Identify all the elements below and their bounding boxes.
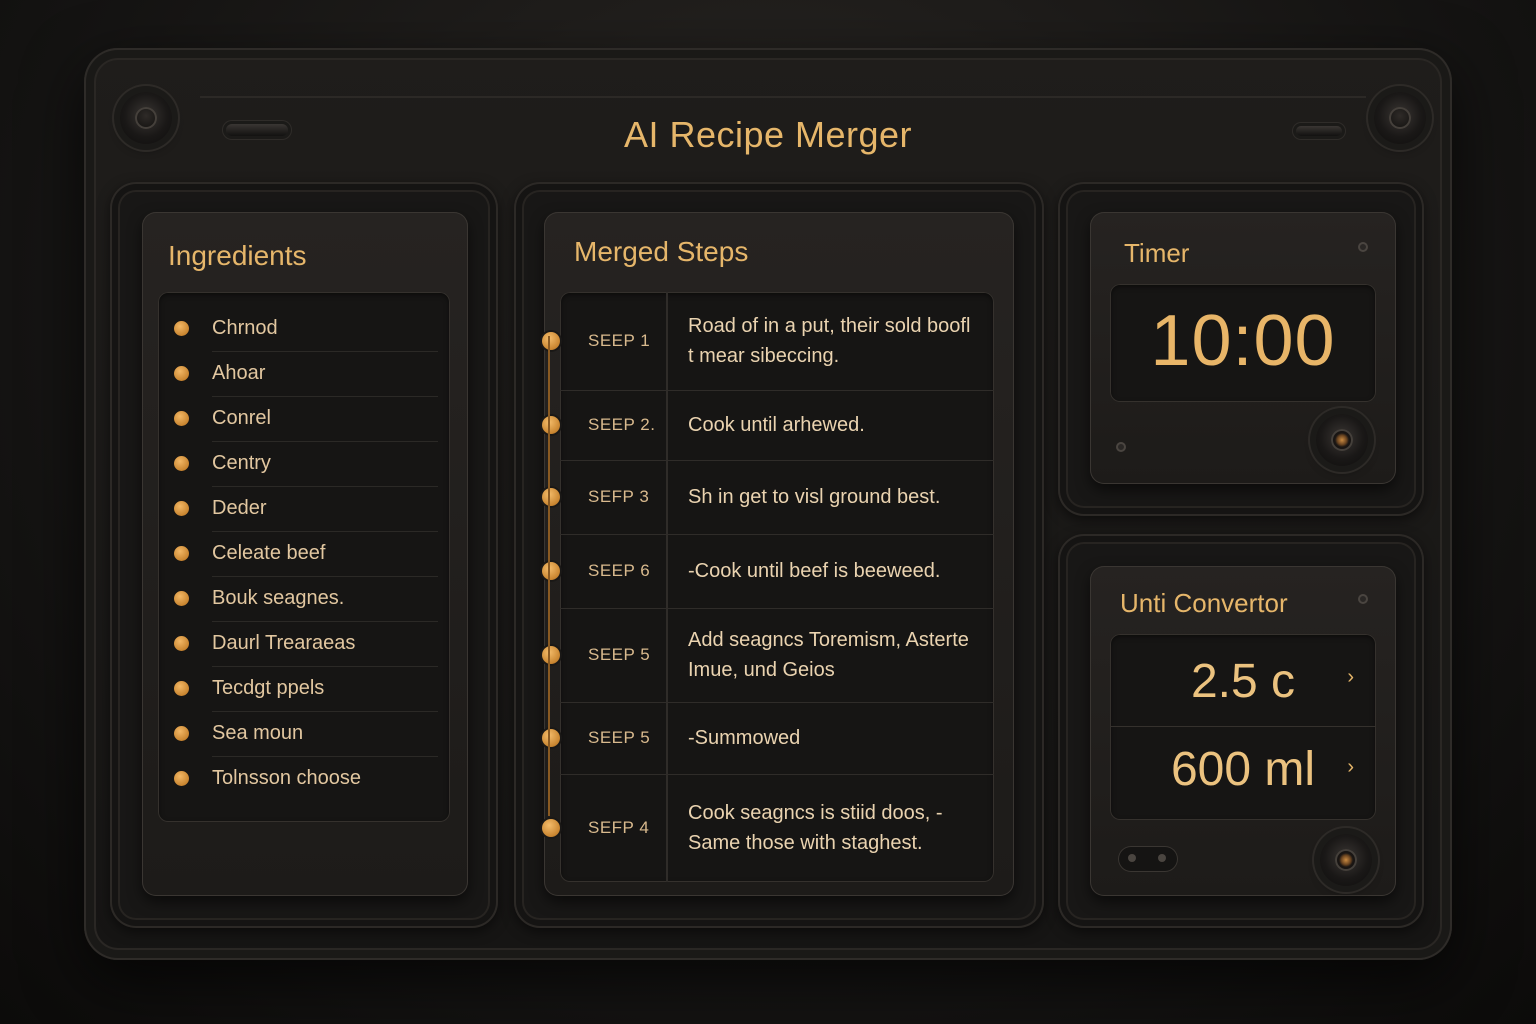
steps-title: Merged Steps (574, 236, 749, 267)
step-label: SEEP 5 (588, 645, 651, 664)
bullet-dot-icon (174, 636, 189, 651)
ingredients-list-panel: Chrnod Ahoar Conrel Centry Deder Celeate beef… (158, 292, 450, 822)
converter-display-panel: 2.5 c › 600 ml › (1110, 634, 1376, 820)
step-row[interactable]: SEEP 5 Add seagncs Toremism, Asterte Imue… (542, 608, 994, 703)
timer-display-panel: 10:00 (1110, 284, 1376, 402)
ingredient-label: Daurl Trearaeas (212, 621, 438, 667)
step-row[interactable]: SEFP 3 Sh in get to visl ground best. (542, 460, 994, 535)
timeline-dot-icon (542, 488, 560, 506)
converter-card: Unti Convertor 2.5 c › 600 ml › (1090, 566, 1396, 896)
chevron-right-icon[interactable]: › (1347, 756, 1354, 779)
timeline-dot-icon (542, 416, 560, 434)
timer-card: Timer 10:00 (1090, 212, 1396, 484)
step-row[interactable]: SEEP 2. Cook until arhewed. (542, 390, 994, 461)
bullet-dot-icon (174, 456, 189, 471)
converter-from-row[interactable]: 2.5 c › (1110, 634, 1376, 727)
step-row[interactable]: SEEP 6 -Cook until beef is beeweed. (542, 534, 994, 609)
step-row[interactable]: SEFP 4 Cook seagncs is stiid doos, -Same … (542, 774, 994, 882)
step-text: Sh in get to visl ground best. (688, 486, 941, 508)
bullet-dot-icon (174, 366, 189, 381)
converter-status-led-icon (1358, 594, 1368, 604)
step-label: SEFP 3 (588, 487, 650, 506)
converter-to-row[interactable]: 600 ml › (1110, 726, 1376, 820)
ingredient-item[interactable]: Chrnod (158, 306, 450, 352)
ingredient-item[interactable]: Tecdgt ppels (158, 666, 450, 712)
ingredient-label: Conrel (212, 396, 438, 442)
ingredient-item[interactable]: Bouk seagnes. (158, 576, 450, 622)
ingredient-item[interactable]: Deder (158, 486, 450, 532)
timeline-dot-icon (542, 729, 560, 747)
step-text: Cook until arhewed. (688, 414, 865, 436)
bullet-dot-icon (174, 411, 189, 426)
steps-timeline-line (548, 336, 550, 816)
bullet-dot-icon (174, 321, 189, 336)
timeline-dot-icon (542, 646, 560, 664)
bullet-dot-icon (174, 726, 189, 741)
timer-status-led-icon (1358, 242, 1368, 252)
timeline-dot-icon (542, 819, 560, 837)
step-row[interactable]: SEEP 5 -Summowed (542, 702, 994, 775)
step-label: SEEP 1 (588, 331, 651, 350)
ingredient-item[interactable]: Sea moun (158, 711, 450, 757)
step-label: SEEP 5 (588, 728, 651, 747)
bullet-dot-icon (174, 546, 189, 561)
ingredient-label: Ahoar (212, 351, 438, 397)
timer-small-indicator-icon (1116, 442, 1126, 452)
converter-title: Unti Convertor (1120, 588, 1288, 618)
ingredient-label: Bouk seagnes. (212, 576, 438, 622)
steps-card: Merged Steps SEEP 1 Road of in a put, the… (542, 212, 1014, 896)
step-text: Road of in a put, their sold boofl t mea… (688, 315, 971, 367)
step-text: -Cook until beef is beeweed. (688, 560, 941, 582)
step-label: SEFP 4 (588, 818, 650, 837)
bullet-dot-icon (174, 681, 189, 696)
ingredient-label: Sea moun (212, 711, 438, 757)
step-text: -Summowed (688, 727, 801, 749)
ingredient-label: Tolnsson choose (212, 767, 361, 789)
converter-knob-icon[interactable] (1320, 834, 1372, 886)
bullet-dot-icon (174, 591, 189, 606)
bullet-dot-icon (174, 771, 189, 786)
step-row[interactable]: SEEP 1 Road of in a put, their sold boofl… (542, 292, 994, 391)
ingredient-item[interactable]: Conrel (158, 396, 450, 442)
chevron-right-icon[interactable]: › (1347, 666, 1354, 689)
timer-start-knob-icon[interactable] (1316, 414, 1368, 466)
timeline-dot-icon (542, 562, 560, 580)
steps-list-panel: SEEP 1 Road of in a put, their sold boofl… (542, 292, 994, 882)
ingredient-label: Tecdgt ppels (212, 666, 438, 712)
ingredient-label: Deder (212, 486, 438, 532)
step-text: Add seagncs Toremism, Asterte Imue, und … (688, 629, 969, 681)
ingredient-label: Centry (212, 441, 438, 487)
timer-value: 10:00 (1150, 301, 1336, 381)
ingredient-label: Chrnod (212, 306, 438, 352)
converter-from-value: 2.5 c (1190, 655, 1296, 708)
ingredient-item[interactable]: Ahoar (158, 351, 450, 397)
app-title: AI Recipe Merger (623, 114, 913, 155)
step-text: Cook seagncs is stiid doos, -Same those … (688, 802, 943, 854)
ingredients-title: Ingredients (168, 240, 307, 271)
ingredient-item[interactable]: Tolnsson choose (158, 756, 450, 801)
timer-title: Timer (1124, 238, 1190, 268)
ingredient-label: Celeate beef (212, 531, 438, 577)
ingredient-item[interactable]: Centry (158, 441, 450, 487)
timeline-dot-icon (542, 332, 560, 350)
bullet-dot-icon (174, 501, 189, 516)
converter-toggle-switch[interactable] (1118, 846, 1178, 872)
step-label: SEEP 2. (588, 415, 656, 434)
ingredient-item[interactable]: Daurl Trearaeas (158, 621, 450, 667)
step-label: SEEP 6 (588, 561, 651, 580)
converter-to-value: 600 ml (1170, 743, 1316, 796)
ingredient-item[interactable]: Celeate beef (158, 531, 450, 577)
ingredients-card: Ingredients Chrnod Ahoar Conrel Centry Deder… (142, 212, 468, 896)
ingredients-list: Chrnod Ahoar Conrel Centry Deder Celeate beef… (158, 306, 450, 801)
